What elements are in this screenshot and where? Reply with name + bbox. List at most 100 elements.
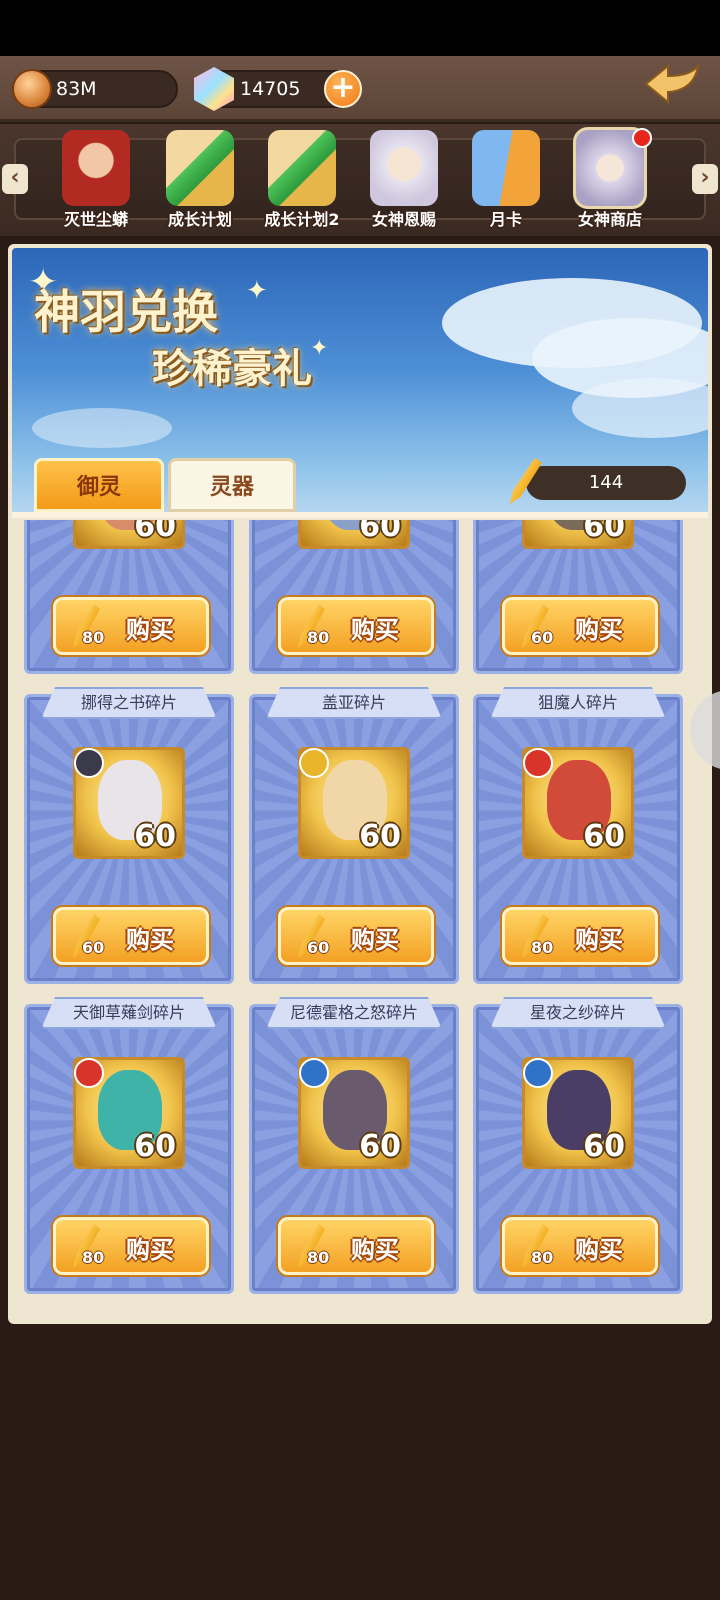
buy-label: 购买 (126, 616, 174, 644)
nav-label: 成长计划2 (264, 210, 340, 229)
shop-card: 尼德霍格之怒碎片 60 80 购买 (249, 997, 459, 1294)
item-title: 天御草薙剑碎片 (41, 997, 217, 1029)
nav-item-1[interactable]: 成长计划 (150, 126, 250, 232)
coin-amount: 83M (56, 78, 97, 100)
growth-chart-icon (268, 130, 336, 206)
nav-label: 成长计划 (167, 210, 232, 229)
item-price: 80 (307, 1248, 330, 1267)
item-portrait[interactable]: 60 (522, 747, 634, 859)
item-quantity: 60 (359, 1129, 401, 1164)
item-portrait[interactable]: 60 (522, 1057, 634, 1169)
item-portrait[interactable]: 60 (298, 747, 410, 859)
gem-amount: 14705 (240, 78, 301, 100)
item-title: 盖亚碎片 (266, 687, 442, 719)
item-price: 60 (82, 938, 105, 957)
notification-dot (632, 128, 652, 148)
buy-button[interactable]: 60 购买 (278, 907, 434, 965)
nav-item-3[interactable]: 女神恩赐 (354, 126, 454, 232)
element-dark-icon (74, 748, 104, 778)
item-price: 80 (531, 1248, 554, 1267)
shop-card: 60 80 购买 (249, 520, 459, 674)
feather-counter: 144 (526, 466, 686, 500)
gem-icon (194, 67, 234, 111)
element-fire-icon (523, 748, 553, 778)
sparkle-icon: ✦ (246, 276, 268, 306)
element-water-icon (299, 1058, 329, 1088)
back-arrow-icon[interactable] (640, 60, 704, 110)
item-price: 80 (531, 938, 554, 957)
item-portrait[interactable]: 60 (73, 747, 185, 859)
item-quantity: 60 (583, 819, 625, 854)
shop-card: 60 80 购买 (24, 520, 234, 674)
item-price: 60 (531, 628, 554, 647)
coin-icon (12, 69, 52, 109)
nav-item-0[interactable]: 灭世尘蟒 (46, 126, 146, 232)
shop-card: 挪得之书碎片 60 60 购买 (24, 687, 234, 984)
nav-prev-chevron-icon[interactable]: ‹ (2, 164, 28, 194)
buy-button[interactable]: 60 购买 (502, 597, 658, 655)
banner-title-line2: 珍稀豪礼 (152, 345, 312, 392)
goddess-icon (370, 130, 438, 206)
tab-yuling[interactable]: 御灵 (34, 458, 164, 512)
shop-card: 盖亚碎片 60 60 购买 (249, 687, 459, 984)
buy-label: 购买 (126, 926, 174, 954)
shop-card: 星夜之纱碎片 60 80 购买 (473, 997, 683, 1294)
item-quantity: 60 (359, 819, 401, 854)
item-price: 80 (82, 1248, 105, 1267)
buy-label: 购买 (351, 926, 399, 954)
nav-item-5[interactable]: 女神商店 (560, 126, 660, 232)
item-quantity: 60 (134, 520, 176, 544)
growth-chart-icon (166, 130, 234, 206)
item-title: 星夜之纱碎片 (490, 997, 666, 1029)
element-water-icon (523, 1058, 553, 1088)
item-quantity: 60 (583, 520, 625, 544)
item-title: 挪得之书碎片 (41, 687, 217, 719)
cloud-shape (32, 408, 172, 448)
buy-button[interactable]: 80 购买 (502, 907, 658, 965)
goddess-shop-panel: ✦ ✦ ✦ 神羽兑换 珍稀豪礼 御灵 灵器 144 60 80 购买 60 80 购买 60… (8, 244, 712, 1324)
item-title: 狙魔人碎片 (490, 687, 666, 719)
item-portrait[interactable]: 60 (522, 520, 634, 549)
item-quantity: 60 (134, 819, 176, 854)
item-quantity: 60 (359, 520, 401, 544)
nav-label: 月卡 (489, 210, 522, 229)
element-fire-icon (74, 1058, 104, 1088)
item-title: 尼德霍格之怒碎片 (266, 997, 442, 1029)
add-gems-button[interactable]: + (324, 70, 362, 108)
feather-count: 144 (588, 472, 624, 493)
shop-banner: ✦ ✦ ✦ 神羽兑换 珍稀豪礼 御灵 灵器 144 (12, 248, 708, 518)
buy-label: 购买 (351, 1236, 399, 1264)
item-portrait[interactable]: 60 (73, 520, 185, 549)
element-light-icon (299, 748, 329, 778)
buy-button[interactable]: 60 购买 (53, 907, 209, 965)
status-bar (0, 0, 720, 56)
coin-counter: 83M (12, 69, 178, 109)
shop-card: 天御草薙剑碎片 60 80 购买 (24, 997, 234, 1294)
item-portrait[interactable]: 60 (73, 1057, 185, 1169)
buy-button[interactable]: 80 购买 (53, 597, 209, 655)
shop-grid[interactable]: 60 80 购买 60 80 购买 60 60 购买 挪得之书碎片 60 60 购买 盖亚碎片 60 60 购买… (12, 520, 708, 1320)
item-portrait[interactable]: 60 (298, 520, 410, 549)
item-portrait[interactable]: 60 (298, 1057, 410, 1169)
nav-item-2[interactable]: 成长计划2 (252, 126, 352, 232)
buy-label: 购买 (575, 616, 623, 644)
card-icon (472, 130, 540, 206)
item-quantity: 60 (134, 1129, 176, 1164)
buy-label: 购买 (575, 926, 623, 954)
nav-item-4[interactable]: 月卡 (456, 126, 556, 232)
buy-label: 购买 (126, 1236, 174, 1264)
nav-label: 女神商店 (577, 210, 642, 229)
nav-next-chevron-icon[interactable]: › (692, 164, 718, 194)
shop-card: 60 60 购买 (473, 520, 683, 674)
banner-title-line1: 神羽兑换 (34, 285, 218, 339)
buy-button[interactable]: 80 购买 (53, 1217, 209, 1275)
red-hair-hero-icon (62, 130, 130, 206)
buy-button[interactable]: 80 购买 (278, 1217, 434, 1275)
nav-label: 女神恩赐 (371, 210, 436, 229)
buy-button[interactable]: 80 购买 (278, 597, 434, 655)
tab-lingqi[interactable]: 灵器 (168, 458, 296, 512)
item-price: 80 (82, 628, 105, 647)
item-price: 80 (307, 628, 330, 647)
nav-label: 灭世尘蟒 (63, 210, 128, 229)
buy-button[interactable]: 80 购买 (502, 1217, 658, 1275)
